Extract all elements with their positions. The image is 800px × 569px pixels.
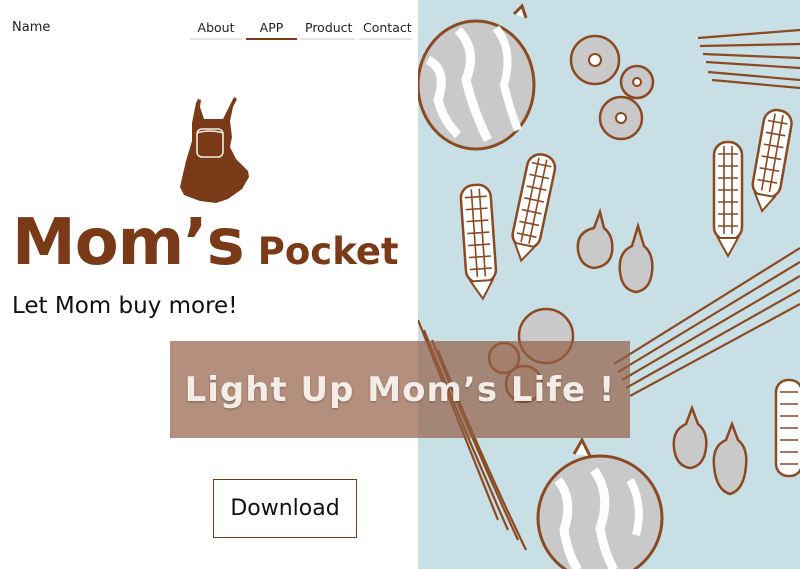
watermelon-icon xyxy=(418,3,536,151)
nav-product[interactable]: Product xyxy=(301,19,355,40)
tomato-icon xyxy=(569,34,655,141)
hero-banner: Light Up Mom’s Life ! xyxy=(170,341,630,438)
illustration-panel xyxy=(418,0,800,569)
top-nav: About APP Product Contact xyxy=(190,19,412,40)
title-moms: Mom’s xyxy=(12,206,245,280)
app-title: Mom’s Pocket xyxy=(12,206,399,280)
banner-text: Light Up Mom’s Life ! xyxy=(184,369,616,410)
title-pocket: Pocket xyxy=(257,230,399,273)
nav-app[interactable]: APP xyxy=(246,19,297,40)
scallion-icon xyxy=(697,28,800,90)
nav-contact[interactable]: Contact xyxy=(359,19,412,40)
watermelon-icon xyxy=(536,436,664,569)
download-button[interactable]: Download xyxy=(213,479,357,538)
nav-about[interactable]: About xyxy=(190,19,242,40)
apron-icon xyxy=(180,97,249,203)
brand-name[interactable]: Name xyxy=(12,20,50,35)
vegetable-illustration xyxy=(418,3,800,569)
tagline: Let Mom buy more! xyxy=(12,293,238,319)
